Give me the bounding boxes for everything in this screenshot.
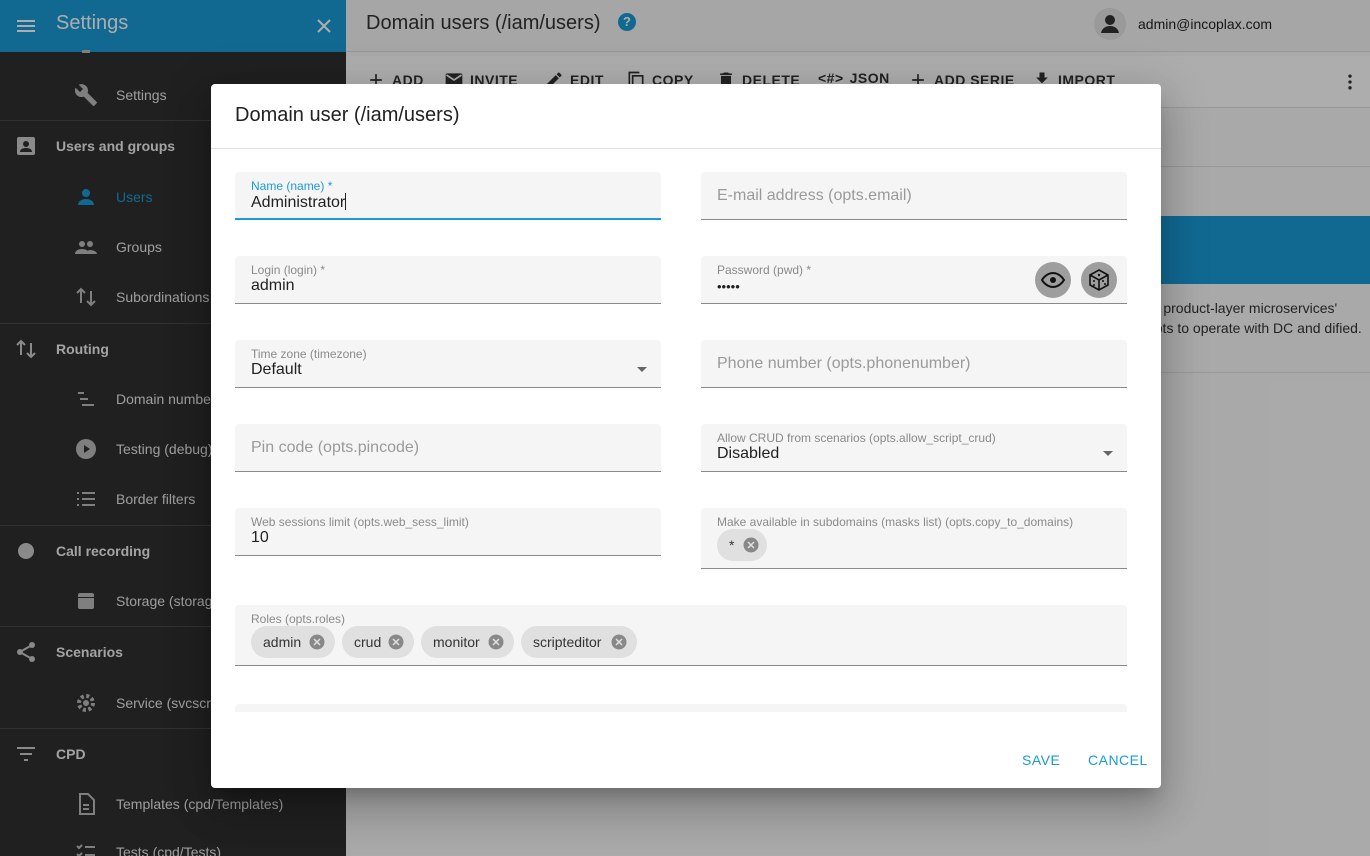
phone-field-placeholder: Phone number (opts.phonenumber) xyxy=(717,355,971,372)
chip-label: scripteditor xyxy=(533,634,602,650)
generate-password-button[interactable] xyxy=(1081,262,1117,298)
timezone-select-value: Default xyxy=(251,361,302,378)
toggle-visibility-button[interactable] xyxy=(1035,262,1071,298)
remove-chip-icon[interactable] xyxy=(610,633,628,651)
dropdown-arrow-icon xyxy=(1103,451,1113,456)
pincode-field-placeholder: Pin code (opts.pincode) xyxy=(251,439,420,456)
chip-label: crud xyxy=(354,634,382,650)
remove-chip-icon[interactable] xyxy=(487,633,505,651)
dialog-body: Name (name) * Administrator E-mail addre… xyxy=(211,149,1161,712)
roles-field[interactable]: Roles (opts.roles) admin crud monitor sc… xyxy=(235,605,1127,666)
login-field-label: Login (login) * xyxy=(251,263,326,277)
name-field-label: Name (name) * xyxy=(251,179,333,193)
name-field[interactable]: Name (name) * Administrator xyxy=(235,172,661,220)
pincode-field[interactable]: Pin code (opts.pincode) xyxy=(235,424,661,472)
timezone-select[interactable]: Time zone (timezone) Default xyxy=(235,340,661,388)
copy-to-domains-field[interactable]: Make available in subdomains (masks list… xyxy=(701,508,1127,569)
domain-chip[interactable]: * xyxy=(717,529,767,561)
remove-chip-icon[interactable] xyxy=(742,536,760,554)
login-field-value: admin xyxy=(251,277,295,294)
dialog-title: Domain user (/iam/users) xyxy=(235,104,460,126)
password-field-label: Password (pwd) * xyxy=(717,263,812,277)
role-chip-monitor[interactable]: monitor xyxy=(421,626,514,658)
email-field-placeholder: E-mail address (opts.email) xyxy=(717,187,912,204)
role-chip-admin[interactable]: admin xyxy=(251,626,335,658)
web-sessions-field-value: 10 xyxy=(251,529,269,546)
chip-label: monitor xyxy=(433,634,480,650)
password-field[interactable]: Password (pwd) * ••••• xyxy=(701,256,1127,304)
chip-label: * xyxy=(729,537,735,553)
remove-chip-icon[interactable] xyxy=(387,633,405,651)
dropdown-arrow-icon xyxy=(637,367,647,372)
allow-crud-select-label: Allow CRUD from scenarios (opts.allow_sc… xyxy=(717,431,996,445)
password-field-value: ••••• xyxy=(717,279,740,294)
allow-crud-select-value: Disabled xyxy=(717,445,780,462)
next-field-partial[interactable] xyxy=(235,704,1127,712)
phone-field[interactable]: Phone number (opts.phonenumber) xyxy=(701,340,1127,388)
eye-icon xyxy=(1041,271,1065,289)
remove-chip-icon[interactable] xyxy=(308,633,326,651)
email-field[interactable]: E-mail address (opts.email) xyxy=(701,172,1127,220)
role-chip-scripteditor[interactable]: scripteditor xyxy=(521,626,637,658)
name-field-value: Administrator xyxy=(251,193,347,211)
roles-field-label: Roles (opts.roles) xyxy=(251,612,346,626)
chip-label: admin xyxy=(263,634,302,650)
login-field[interactable]: Login (login) * admin xyxy=(235,256,661,304)
dialog-actions xyxy=(211,712,1161,788)
copy-to-domains-field-label: Make available in subdomains (masks list… xyxy=(717,515,1074,529)
timezone-select-label: Time zone (timezone) xyxy=(251,347,367,361)
web-sessions-field[interactable]: Web sessions limit (opts.web_sess_limit)… xyxy=(235,508,661,556)
cancel-button[interactable]: CANCEL xyxy=(1088,752,1148,768)
web-sessions-field-label: Web sessions limit (opts.web_sess_limit) xyxy=(251,515,469,529)
user-dialog: Domain user (/iam/users) Name (name) * A… xyxy=(211,84,1161,788)
role-chip-crud[interactable]: crud xyxy=(342,626,414,658)
save-button[interactable]: SAVE xyxy=(1022,752,1060,768)
dice-icon xyxy=(1089,269,1109,291)
allow-crud-select[interactable]: Allow CRUD from scenarios (opts.allow_sc… xyxy=(701,424,1127,472)
